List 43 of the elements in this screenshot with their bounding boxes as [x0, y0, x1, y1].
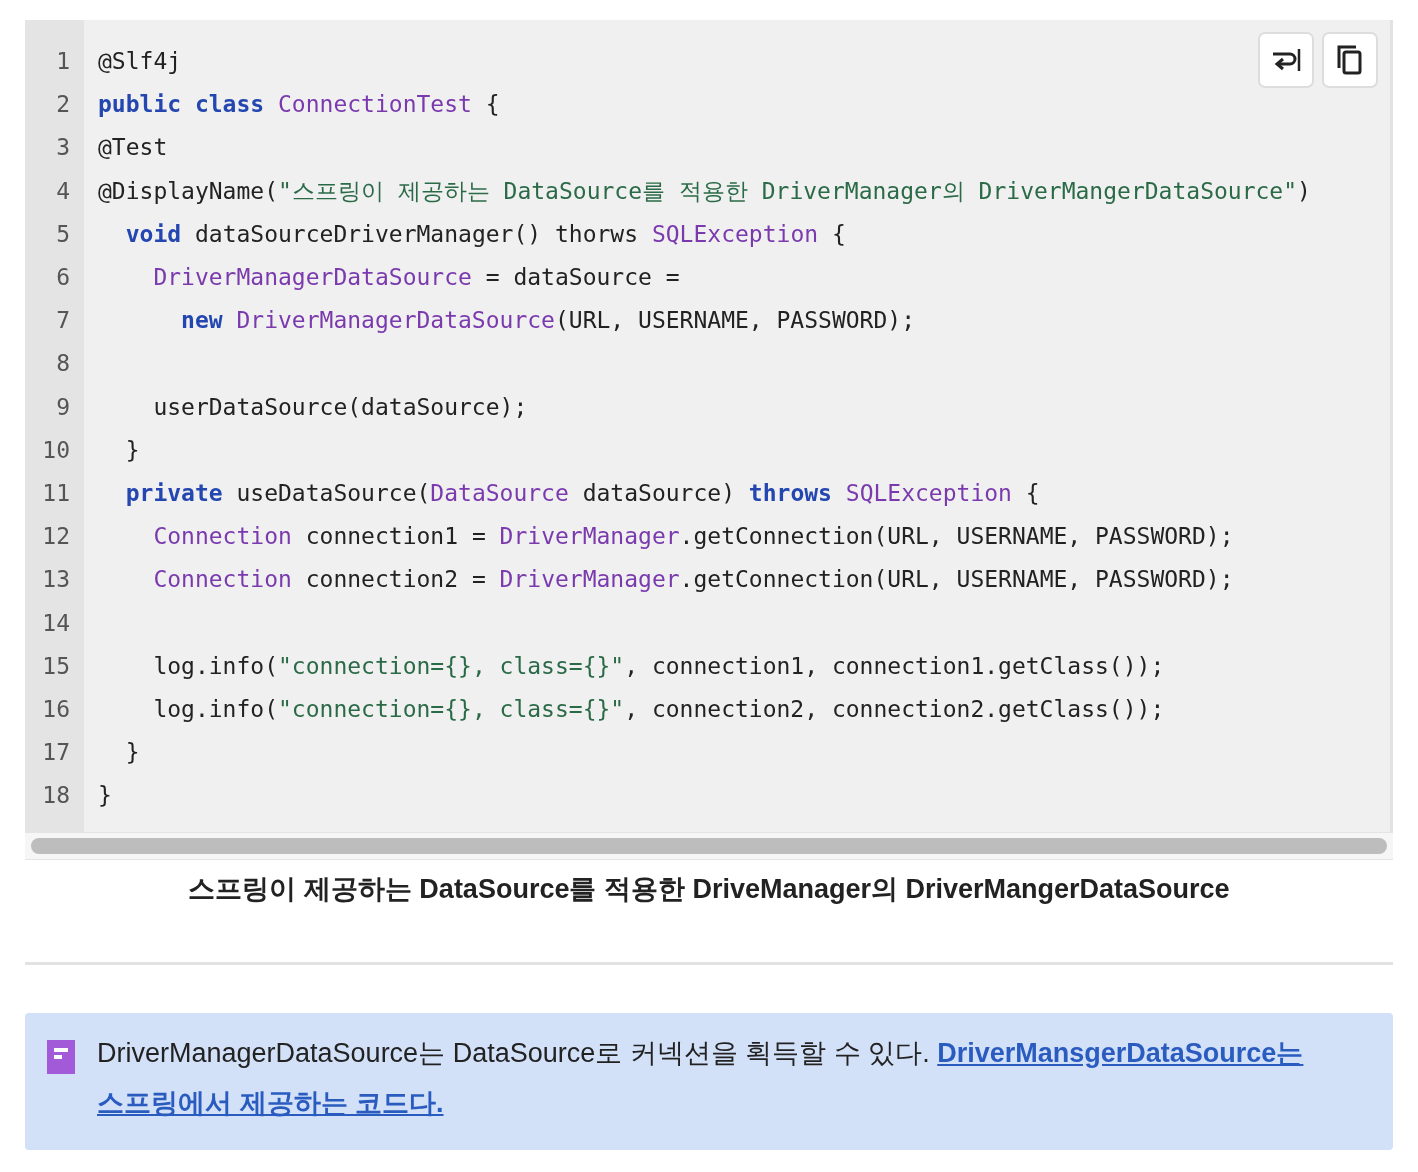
copy-icon: [1335, 44, 1365, 76]
line-number: 14: [41, 608, 71, 638]
code-line: void dataSourceDriverManager() thorws SQLException {: [124, 219, 846, 249]
line-number: 6: [55, 263, 71, 292]
line-number: 5: [55, 219, 71, 249]
line-number: 16: [41, 695, 71, 725]
code-line: Connection connection2 = DriverManager.getConnection(URL, USERNAME, PASSWORD);: [152, 565, 1234, 595]
code-line: @Test: [98, 133, 168, 163]
line-number: 7: [55, 306, 71, 336]
code-line: log.info("connection={}, class={}", connection2, connection2.getClass());: [152, 694, 1165, 724]
code-line: public class ConnectionTest {: [98, 90, 500, 120]
line-number: 2: [55, 90, 71, 120]
wrap-button[interactable]: [1258, 32, 1314, 88]
line-number: 8: [55, 349, 71, 379]
line-number: 18: [41, 781, 71, 811]
note-icon: [47, 1039, 75, 1074]
code-line: }: [124, 738, 140, 767]
line-number: 10: [41, 435, 71, 465]
code-line: private useDataSource(DataSource dataSource) throws SQLException {: [124, 478, 1040, 508]
line-number: 15: [41, 651, 71, 681]
code-line: @DisplayName("스프링이 제공하는 DataSource를 적용한 DriverManager의 DriverMangerDataSource"): [98, 176, 1311, 206]
code-line: log.info("connection={}, class={}", connection1, connection1.getClass());: [152, 651, 1165, 681]
copy-button[interactable]: [1322, 32, 1378, 88]
code-line: Connection connection1 = DriverManager.getConnection(URL, USERNAME, PASSWORD);: [152, 522, 1234, 552]
line-number: 12: [41, 522, 71, 552]
line-number: 3: [55, 133, 71, 163]
line-number: 17: [41, 738, 71, 768]
code-line: }: [98, 781, 112, 811]
code-line: DriverManagerDataSource = dataSource =: [152, 262, 680, 292]
line-number: 13: [41, 565, 71, 595]
callout-link[interactable]: 스프링에서 제공하는 코드다.: [97, 1087, 444, 1118]
line-number: 4: [55, 176, 71, 206]
scrollbar[interactable]: [25, 831, 1393, 860]
line-number: 11: [41, 479, 71, 509]
code-line: }: [124, 435, 140, 465]
code-line: new DriverManagerDataSource(URL, USERNAME, PASSWORD);: [180, 306, 915, 336]
code-line: userDataSource(dataSource);: [152, 392, 528, 422]
callout-text: DriverManagerDataSource는 DataSource로 커넥션을 획득할 수 있다. DriverMansgerDataSource는 스프링에서 제공하는 코드다.: [97, 1036, 1304, 1120]
code-caption: 스프링이 제공하는 DataSource를 적용한 DriveManager의 DriverMangerDataSource: [187, 872, 1231, 906]
callout-link[interactable]: DriverMansgerDataSource는: [937, 1037, 1304, 1068]
line-number: 1: [55, 47, 71, 76]
line-number: 9: [55, 392, 71, 422]
code-line: @Slf4j: [98, 47, 182, 76]
